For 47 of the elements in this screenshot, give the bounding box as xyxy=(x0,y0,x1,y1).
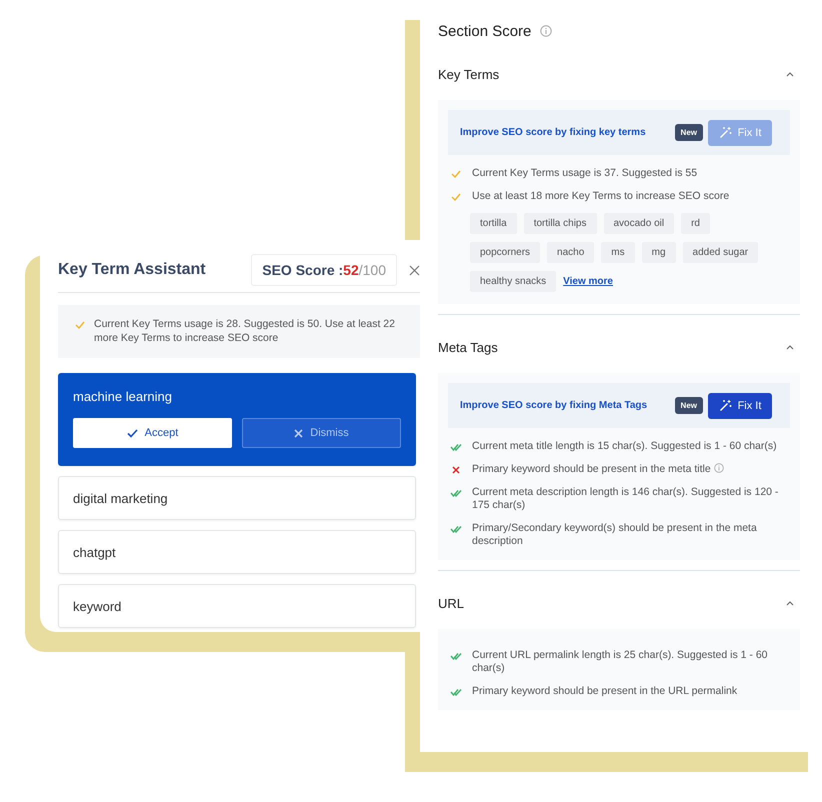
check-text: Primary keyword should be present in the meta title xyxy=(472,463,790,476)
banner-text: Improve SEO score by fixing key terms xyxy=(460,126,647,139)
key-term-tag[interactable]: avocado oil xyxy=(604,213,674,234)
magic-wand-icon xyxy=(718,399,732,412)
check-text: Current URL permalink length is 25 char(s). Suggested is 1 - 60 char(s) xyxy=(472,649,768,675)
view-more-link[interactable]: View more xyxy=(563,276,613,287)
fix-it-button[interactable]: Fix It xyxy=(708,392,772,418)
key-term-tag[interactable]: ms xyxy=(601,242,635,263)
section-header[interactable]: Key Terms xyxy=(438,54,800,94)
panel-title: Section Score xyxy=(438,22,532,40)
check-text: Current Key Terms usage is 37. Suggested is 55 xyxy=(472,167,698,180)
dismiss-button[interactable]: Dismiss xyxy=(242,418,401,448)
key-term-tag[interactable]: popcorners xyxy=(470,242,540,263)
close-icon xyxy=(409,264,420,276)
panel-title: Key Term Assistant xyxy=(58,261,207,279)
banner-text: Improve SEO score by fixing Meta Tags xyxy=(460,399,648,412)
section-header[interactable]: URL xyxy=(438,583,800,623)
key-term-card[interactable]: keyword xyxy=(58,584,416,628)
check-text: Primary keyword should be present in the URL permalink xyxy=(472,685,738,698)
key-term-card[interactable]: chatgpt xyxy=(58,530,416,574)
check-text: Current meta description length is 146 char(s). Suggested is 120 - 175 char(s) xyxy=(472,486,780,512)
key-term-label: chatgpt xyxy=(73,544,117,560)
seo-score-box: SEO Score :52/100 xyxy=(251,254,397,286)
new-badge: New xyxy=(674,124,703,141)
close-icon xyxy=(294,428,304,438)
key-term-tag[interactable]: rd xyxy=(681,213,710,234)
new-badge: New xyxy=(674,397,703,414)
check-text: Primary/Secondary keyword(s) should be present in the meta description xyxy=(472,522,758,548)
key-term-tag[interactable]: healthy snacks xyxy=(470,271,556,292)
key-term-label: digital marketing xyxy=(73,490,169,506)
key-term-tag[interactable]: mg xyxy=(642,242,676,263)
info-icon xyxy=(540,25,552,37)
check-icon xyxy=(126,428,138,438)
key-term-tag[interactable]: added sugar xyxy=(682,242,758,263)
key-term-label: machine learning xyxy=(73,389,174,404)
section-header[interactable]: Meta Tags xyxy=(438,327,800,367)
accept-button[interactable]: Accept xyxy=(73,418,232,448)
key-term-tag[interactable]: nacho xyxy=(547,242,594,263)
check-text: Current meta title length is 15 char(s). Suggested is 1 - 60 char(s) xyxy=(472,440,778,453)
key-term-tag[interactable]: tortilla chips xyxy=(524,213,596,234)
key-term-card[interactable]: digital marketing xyxy=(58,476,416,520)
key-term-card[interactable]: machine learning Accept Dismiss xyxy=(58,373,416,466)
magic-wand-icon xyxy=(718,126,732,139)
key-term-label: keyword xyxy=(73,598,122,614)
message-text: Current Key Terms usage is 28. Suggested is 50. Use at least 22 more Key Terms to increase SEO score xyxy=(94,318,396,345)
check-text: Use at least 18 more Key Terms to increase SEO score xyxy=(472,190,730,203)
key-term-tag[interactable]: tortilla xyxy=(470,213,517,234)
